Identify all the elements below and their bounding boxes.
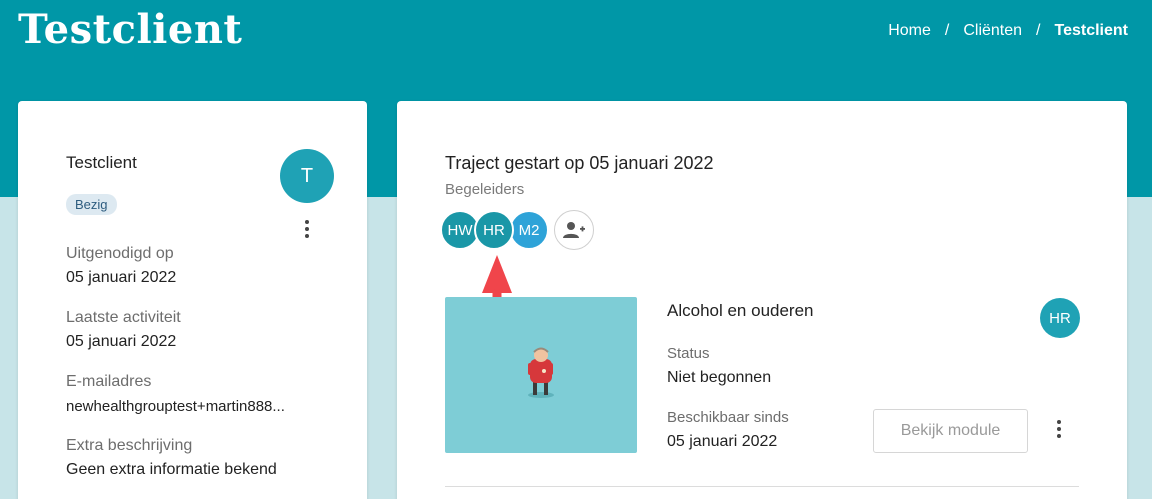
add-user-icon: [563, 222, 585, 238]
coach-avatar-hr[interactable]: HR: [474, 210, 514, 250]
breadcrumb-separator: /: [1036, 22, 1041, 39]
module-title: Alcohol en ouderen: [667, 301, 814, 320]
older-man-figure-icon: [528, 347, 554, 398]
module-available-value: 05 januari 2022: [667, 433, 778, 450]
invited-label: Uitgenodigd op: [66, 245, 174, 262]
divider: [445, 486, 1079, 487]
last-activity-value: 05 januari 2022: [66, 333, 177, 350]
module-available-label: Beschikbaar sinds: [667, 409, 789, 426]
client-card: Testclient Bezig T Uitgenodigd op 05 jan…: [18, 101, 367, 499]
breadcrumb-separator: /: [944, 22, 950, 39]
traject-title: Traject gestart op 05 januari 2022: [445, 153, 714, 173]
client-avatar: T: [280, 149, 334, 203]
status-badge: Bezig: [66, 194, 117, 215]
module-status-value: Niet begonnen: [667, 369, 772, 386]
module-more-options-icon[interactable]: [1049, 417, 1069, 441]
invited-value: 05 januari 2022: [66, 269, 177, 286]
traject-card: Traject gestart op 05 januari 2022 Begel…: [397, 101, 1127, 499]
page-title: Testclient: [18, 6, 243, 53]
view-module-button[interactable]: Bekijk module: [873, 409, 1028, 453]
breadcrumb-home[interactable]: Home: [888, 22, 931, 40]
add-coach-button[interactable]: [554, 210, 594, 250]
email-value: newhealthgrouptest+martin888...: [66, 398, 285, 415]
module-status-label: Status: [667, 345, 710, 362]
coach-avatar-m2[interactable]: M2: [509, 210, 549, 250]
last-activity-label: Laatste activiteit: [66, 309, 181, 326]
module-assignee-avatar[interactable]: HR: [1040, 298, 1080, 338]
breadcrumb-current: Testclient: [1054, 22, 1129, 39]
client-name: Testclient: [66, 153, 137, 172]
breadcrumb: Home / Cliënten / Testclient: [888, 22, 1128, 40]
module-image[interactable]: [445, 297, 637, 453]
client-more-options-icon[interactable]: [297, 217, 317, 241]
extra-description-label: Extra beschrijving: [66, 437, 193, 454]
coaches-label: Begeleiders: [445, 181, 525, 198]
email-label: E-mailadres: [66, 373, 152, 390]
extra-description-value: Geen extra informatie bekend: [66, 461, 277, 478]
breadcrumb-clienten[interactable]: Cliënten: [963, 22, 1022, 40]
